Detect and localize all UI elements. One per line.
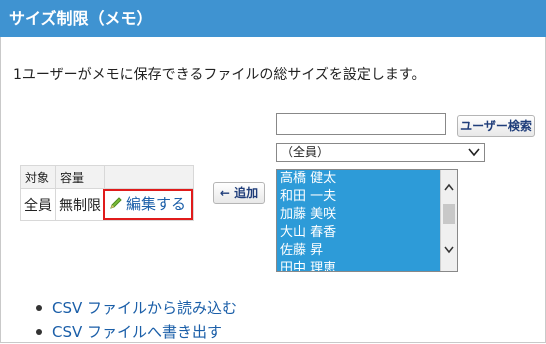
add-button[interactable]: ← 追加 — [213, 182, 265, 204]
csv-links: CSV ファイルから読み込む CSV ファイルへ書き出す — [36, 296, 237, 344]
user-option[interactable]: 佐藤 昇 — [277, 242, 440, 260]
user-option[interactable]: 和田 一夫 — [277, 188, 440, 206]
column-header-capacity: 容量 — [55, 165, 105, 189]
user-option[interactable]: 高橋 健太 — [277, 170, 440, 188]
user-option[interactable]: 加藤 美咲 — [277, 206, 440, 224]
cell-capacity: 無制限 — [55, 188, 105, 221]
column-header-action — [104, 165, 194, 189]
pencil-icon — [110, 197, 122, 209]
cell-target: 全員 — [20, 188, 56, 221]
user-list[interactable]: 高橋 健太 和田 一夫 加藤 美咲 大山 春香 佐藤 昇田中 理恵 — [276, 169, 458, 272]
group-select[interactable]: （全員） — [276, 143, 485, 162]
table-header-row: 対象 容量 — [20, 165, 194, 189]
bullet-icon — [36, 329, 42, 335]
page-title: サイズ制限（メモ） — [0, 0, 546, 37]
bullet-icon — [36, 305, 42, 311]
list-item: CSV ファイルへ書き出す — [36, 320, 237, 344]
user-option[interactable]: 田中 理恵 — [277, 260, 440, 271]
edit-link[interactable]: 編集する — [103, 189, 194, 220]
csv-export-link[interactable]: CSV ファイルへ書き出す — [52, 323, 222, 341]
chevron-up-icon[interactable] — [444, 183, 454, 191]
user-option[interactable]: 大山 春香 — [277, 224, 440, 242]
edit-link-label: 編集する — [126, 195, 187, 213]
list-item: CSV ファイルから読み込む — [36, 296, 237, 320]
csv-import-link[interactable]: CSV ファイルから読み込む — [52, 299, 237, 317]
column-header-target: 対象 — [20, 165, 56, 189]
user-search-input[interactable] — [276, 113, 446, 135]
size-limit-table: 対象 容量 全員 無制限 編集する — [20, 165, 194, 221]
chevron-down-icon[interactable] — [444, 246, 454, 254]
user-list-scrollbar[interactable] — [440, 170, 457, 271]
user-search-button[interactable]: ユーザー検索 — [457, 115, 535, 137]
cell-edit: 編集する — [103, 188, 194, 221]
chevron-down-icon — [468, 148, 480, 157]
user-list-items: 高橋 健太 和田 一夫 加藤 美咲 大山 春香 佐藤 昇田中 理恵 — [277, 170, 440, 271]
table-row: 全員 無制限 編集する — [20, 188, 194, 221]
group-select-value: （全員） — [281, 145, 330, 159]
scrollbar-thumb[interactable] — [443, 204, 455, 224]
description-text: 1ユーザーがメモに保存できるファイルの総サイズを設定します。 — [13, 67, 426, 83]
